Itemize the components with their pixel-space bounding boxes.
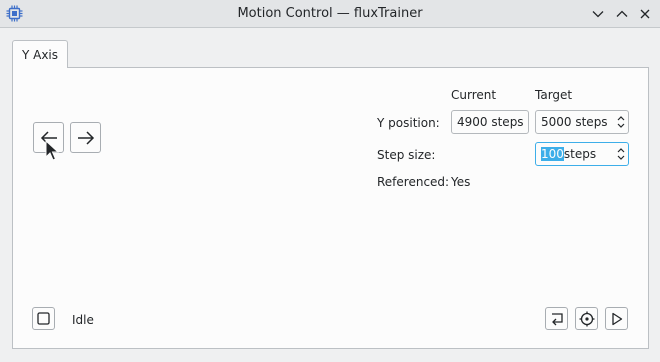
stop-square-icon [37, 312, 50, 325]
y-position-label: Y position: [377, 116, 440, 130]
step-size-selected-text: 100 [541, 147, 564, 161]
jog-right-button[interactable] [70, 122, 101, 153]
stop-button[interactable] [32, 307, 55, 330]
target-position-value: 5000 steps [541, 115, 608, 129]
play-icon [611, 312, 622, 325]
step-size-suffix: steps [563, 147, 597, 161]
window-title: Motion Control — fluxTrainer [237, 6, 423, 21]
close-icon [640, 9, 649, 18]
target-position-spinbox[interactable]: 5000 steps [535, 110, 629, 134]
column-header-current: Current [451, 88, 497, 102]
step-size-spinbox[interactable]: 100steps [535, 142, 629, 166]
referenced-value: Yes [451, 175, 471, 189]
mouse-cursor-icon [45, 140, 59, 161]
spin-arrows-icon[interactable] [615, 144, 627, 164]
minimize-button[interactable] [588, 4, 607, 23]
maximize-button[interactable] [612, 4, 631, 23]
maximize-icon [616, 10, 627, 17]
spin-arrows-icon[interactable] [615, 112, 627, 132]
return-icon [551, 312, 563, 325]
minimize-icon [592, 10, 603, 17]
return-button[interactable] [545, 307, 568, 330]
start-button[interactable] [605, 307, 628, 330]
arrow-right-icon [77, 130, 94, 145]
column-header-target: Target [535, 88, 573, 102]
referenced-label: Referenced: [377, 175, 450, 189]
status-text: Idle [72, 313, 94, 327]
tab-y-axis[interactable]: Y Axis [12, 40, 68, 68]
title-bar[interactable]: Motion Control — fluxTrainer [0, 0, 660, 28]
close-button[interactable] [635, 4, 654, 23]
current-position-value: 4900 steps [457, 115, 524, 129]
reference-button[interactable] [575, 307, 598, 330]
reference-target-icon [579, 311, 594, 326]
tab-label: Y Axis [21, 47, 59, 62]
step-size-label: Step size: [377, 148, 436, 162]
current-position-field: 4900 steps [451, 110, 529, 134]
